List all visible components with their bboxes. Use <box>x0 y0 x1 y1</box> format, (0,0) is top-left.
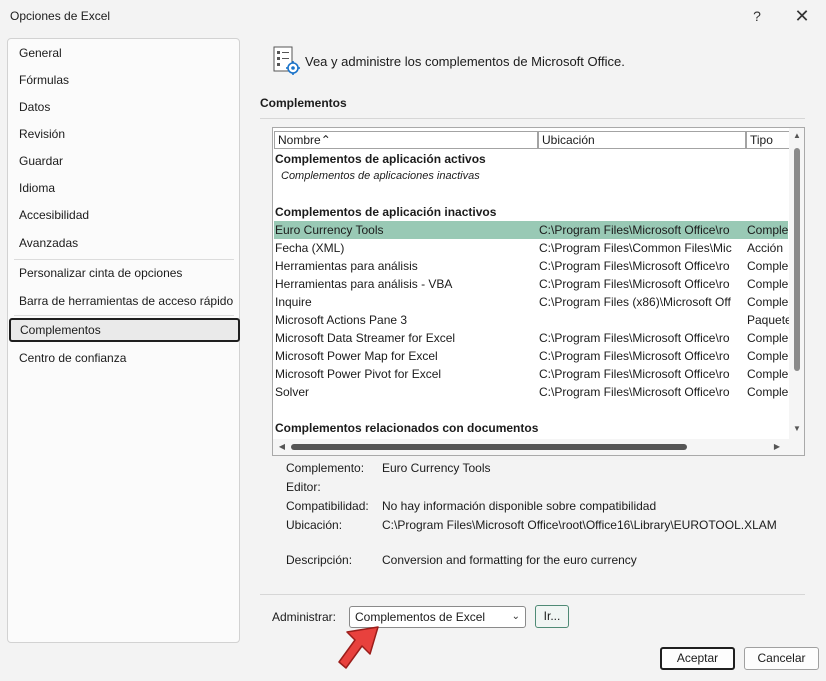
sidebar-item-general[interactable]: General <box>8 41 239 65</box>
addin-name: Herramientas para análisis - VBA <box>275 277 453 291</box>
sidebar-divider <box>14 315 234 316</box>
close-icon[interactable]: ✕ <box>790 6 814 26</box>
sidebar-item-idioma[interactable]: Idioma <box>8 176 239 200</box>
manage-label: Administrar: <box>272 610 337 624</box>
header-description: Vea y administre los complementos de Mic… <box>305 54 625 69</box>
addins-settings-icon <box>272 46 302 76</box>
section-divider <box>260 118 805 119</box>
column-header-nombre[interactable]: Nombre⌃ <box>274 131 538 149</box>
sidebar-item-formulas[interactable]: Fórmulas <box>8 68 239 92</box>
scroll-down-icon[interactable]: ▼ <box>791 424 803 433</box>
options-sidebar: General Fórmulas Datos Revisión Guardar … <box>7 38 240 643</box>
chevron-down-icon: ⌄ <box>511 611 520 622</box>
manage-dropdown-value: Complementos de Excel <box>355 610 486 624</box>
addin-type: Comple <box>747 331 789 345</box>
sidebar-item-accesibilidad[interactable]: Accesibilidad <box>8 203 239 227</box>
detail-label-descripcion: Descripción: <box>286 553 353 567</box>
scroll-left-icon[interactable]: ◀ <box>276 442 288 451</box>
horizontal-scrollbar[interactable]: ◀ ▶ <box>273 439 804 455</box>
detail-label-editor: Editor: <box>286 480 321 494</box>
table-row[interactable]: Herramientas para análisis C:\Program Fi… <box>274 257 788 275</box>
detail-value-descripcion: Conversion and formatting for the euro c… <box>382 553 637 567</box>
table-row[interactable]: Microsoft Actions Pane 3 Paquete <box>274 311 791 329</box>
sidebar-item-datos[interactable]: Datos <box>8 95 239 119</box>
section-title: Complementos <box>260 96 347 110</box>
table-row[interactable]: Euro Currency Tools C:\Program Files\Mic… <box>274 221 788 239</box>
table-row[interactable]: Microsoft Power Map for Excel C:\Program… <box>274 347 788 365</box>
scroll-up-icon[interactable]: ▲ <box>791 131 803 140</box>
group-empty-text: Complementos de aplicaciones inactivas <box>281 170 480 182</box>
addin-location: C:\Program Files\Microsoft Office\ro <box>539 367 730 381</box>
detail-label-complemento: Complemento: <box>286 461 365 475</box>
table-row[interactable]: Fecha (XML) C:\Program Files\Common File… <box>274 239 788 257</box>
go-button[interactable]: Ir... <box>535 605 569 628</box>
table-row[interactable]: Microsoft Power Pivot for Excel C:\Progr… <box>274 365 788 383</box>
detail-label-ubicacion: Ubicación: <box>286 518 343 532</box>
addin-location: C:\Program Files (x86)\Microsoft Off <box>539 295 731 309</box>
vertical-scroll-thumb[interactable] <box>794 148 800 371</box>
addin-location: C:\Program Files\Microsoft Office\ro <box>539 385 730 399</box>
sort-ascending-icon: ⌃ <box>320 133 331 147</box>
sidebar-divider <box>14 259 234 260</box>
addin-name: Herramientas para análisis <box>275 259 418 273</box>
addin-location: C:\Program Files\Common Files\Mic <box>539 241 732 255</box>
column-header-ubicacion[interactable]: Ubicación <box>538 131 746 149</box>
ok-button[interactable]: Aceptar <box>660 647 735 670</box>
group-header-active: Complementos de aplicación activos <box>275 152 486 166</box>
cancel-button[interactable]: Cancelar <box>744 647 819 670</box>
sidebar-item-avanzadas[interactable]: Avanzadas <box>8 231 239 255</box>
title-bar: Opciones de Excel ? ✕ <box>0 0 826 32</box>
addin-name: Microsoft Power Map for Excel <box>275 349 438 363</box>
addin-name: Microsoft Data Streamer for Excel <box>275 331 456 345</box>
addin-name: Euro Currency Tools <box>275 223 384 237</box>
red-arrow-icon <box>330 624 386 678</box>
addin-type: Comple <box>747 349 789 363</box>
table-row[interactable]: Solver C:\Program Files\Microsoft Office… <box>274 383 788 401</box>
sidebar-item-guardar[interactable]: Guardar <box>8 149 239 173</box>
column-header-tipo[interactable]: Tipo <box>746 131 790 149</box>
addin-name: Microsoft Power Pivot for Excel <box>275 367 442 381</box>
group-header-documents: Complementos relacionados con documentos <box>275 421 539 435</box>
addin-name: Microsoft Actions Pane 3 <box>275 313 408 327</box>
addin-type: Comple <box>747 259 789 273</box>
manage-divider <box>260 594 805 595</box>
horizontal-scroll-thumb[interactable] <box>291 444 687 450</box>
addin-type: Paquete <box>747 313 791 327</box>
sidebar-item-revision[interactable]: Revisión <box>8 122 239 146</box>
addins-list[interactable]: Nombre⌃ Ubicación Tipo Complementos de a… <box>272 127 805 456</box>
addin-type: Comple <box>747 367 789 381</box>
addin-type: Comple <box>747 295 789 309</box>
addin-location: C:\Program Files\Microsoft Office\ro <box>539 277 730 291</box>
addin-type: Comple <box>747 277 789 291</box>
scroll-right-icon[interactable]: ▶ <box>771 442 783 451</box>
sidebar-item-complementos[interactable]: Complementos <box>9 318 240 342</box>
table-row[interactable]: Microsoft Data Streamer for Excel C:\Pro… <box>274 329 788 347</box>
detail-value-ubicacion: C:\Program Files\Microsoft Office\root\O… <box>382 518 777 532</box>
detail-label-compatibilidad: Compatibilidad: <box>286 499 369 513</box>
addin-location: C:\Program Files\Microsoft Office\ro <box>539 349 730 363</box>
table-row[interactable]: Inquire C:\Program Files (x86)\Microsoft… <box>274 293 788 311</box>
addin-type: Comple <box>747 385 789 399</box>
group-header-inactive: Complementos de aplicación inactivos <box>275 205 497 219</box>
window-title: Opciones de Excel <box>10 9 111 23</box>
addin-name: Solver <box>275 385 310 399</box>
addin-location: C:\Program Files\Microsoft Office\ro <box>539 223 730 237</box>
vertical-scrollbar[interactable]: ▲ ▼ <box>789 128 804 439</box>
addin-name: Fecha (XML) <box>275 241 345 255</box>
addin-location: C:\Program Files\Microsoft Office\ro <box>539 259 730 273</box>
sidebar-item-centro-confianza[interactable]: Centro de confianza <box>8 346 239 370</box>
addin-location: C:\Program Files\Microsoft Office\ro <box>539 331 730 345</box>
addin-name: Inquire <box>275 295 312 309</box>
addin-type: Comple <box>747 223 789 237</box>
detail-value-complemento: Euro Currency Tools <box>382 461 491 475</box>
detail-value-compatibilidad: No hay información disponible sobre comp… <box>382 499 657 513</box>
help-icon[interactable]: ? <box>745 6 769 26</box>
sidebar-item-personalizar-cinta[interactable]: Personalizar cinta de opciones <box>8 261 239 285</box>
table-row[interactable]: Herramientas para análisis - VBA C:\Prog… <box>274 275 788 293</box>
sidebar-item-barra-acceso-rapido[interactable]: Barra de herramientas de acceso rápido <box>8 289 239 313</box>
addin-type: Acción <box>747 241 784 255</box>
